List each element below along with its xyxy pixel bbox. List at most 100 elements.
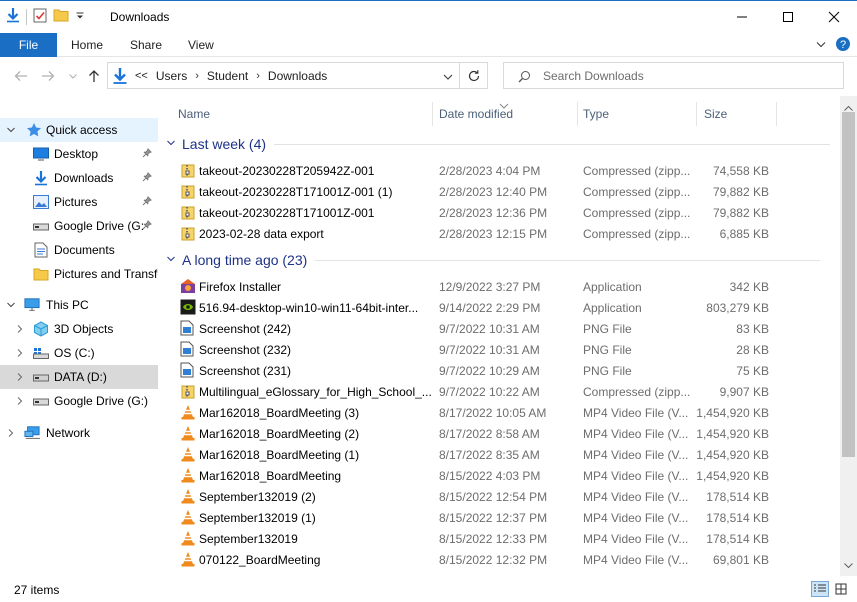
file-type: Compressed (zipp... xyxy=(583,385,691,399)
pin-icon xyxy=(142,219,152,233)
file-row[interactable]: Screenshot (231) 9/7/2022 10:29 AM PNG F… xyxy=(176,360,836,381)
column-divider[interactable] xyxy=(696,102,697,126)
file-row[interactable]: Screenshot (242) 9/7/2022 10:31 AM PNG F… xyxy=(176,318,836,339)
refresh-button[interactable] xyxy=(460,62,488,89)
large-icons-view-button[interactable] xyxy=(832,581,850,597)
nav-item-3d-objects[interactable]: 3D Objects xyxy=(0,317,158,341)
tab-home[interactable]: Home xyxy=(71,33,103,57)
nav-item-pictures-and-transfers[interactable]: Pictures and Transfe xyxy=(0,262,158,286)
nav-item-network[interactable]: Network xyxy=(0,421,158,445)
file-row[interactable]: Mar162018_BoardMeeting (3) 8/17/2022 10:… xyxy=(176,402,836,423)
file-row[interactable]: 516.94-desktop-win10-win11-64bit-inter..… xyxy=(176,297,836,318)
customize-dropdown-icon[interactable] xyxy=(75,10,85,24)
column-divider[interactable] xyxy=(432,102,433,126)
nav-item-this-pc[interactable]: This PC xyxy=(0,293,158,317)
file-row[interactable]: Mar162018_BoardMeeting (1) 8/17/2022 8:3… xyxy=(176,444,836,465)
details-view-button[interactable] xyxy=(811,581,829,597)
file-type: Compressed (zipp... xyxy=(583,206,691,220)
chevron-right-icon[interactable]: › xyxy=(195,70,199,82)
firefox-installer-icon xyxy=(180,278,196,294)
column-divider[interactable] xyxy=(577,102,578,126)
file-row[interactable]: takeout-20230228T171001Z-001 (1) 2/28/20… xyxy=(176,181,836,202)
file-row[interactable]: Screenshot (232) 9/7/2022 10:31 AM PNG F… xyxy=(176,339,836,360)
chevron-right-icon[interactable] xyxy=(5,428,17,438)
tab-share[interactable]: Share xyxy=(130,33,162,57)
nav-item-google-drive-g[interactable]: Google Drive (G:) xyxy=(0,389,158,413)
file-size: 28 KB xyxy=(736,343,769,357)
nav-item-pictures[interactable]: Pictures xyxy=(0,190,158,214)
group-label: Last week (4) xyxy=(182,136,267,152)
forward-button[interactable] xyxy=(39,67,57,85)
file-row[interactable]: Mar162018_BoardMeeting (2) 8/17/2022 8:5… xyxy=(176,423,836,444)
nav-item-documents[interactable]: Documents xyxy=(0,238,158,262)
breadcrumb-downloads[interactable]: Downloads xyxy=(268,69,327,83)
chevron-right-icon[interactable]: › xyxy=(256,70,260,82)
search-box[interactable]: Search Downloads xyxy=(503,62,844,89)
minimize-icon xyxy=(737,16,747,18)
chevron-down-icon[interactable] xyxy=(5,125,17,135)
column-header-type[interactable]: Type xyxy=(583,100,609,128)
chevron-right-icon[interactable] xyxy=(14,396,26,406)
file-row[interactable]: Multilingual_eGlossary_for_High_School_.… xyxy=(176,381,836,402)
nav-item-desktop[interactable]: Desktop xyxy=(0,142,158,166)
nav-item-data-d[interactable]: DATA (D:) xyxy=(0,365,158,389)
file-row[interactable]: takeout-20230228T171001Z-001 2/28/2023 1… xyxy=(176,202,836,223)
chevron-down-icon[interactable] xyxy=(5,300,17,310)
file-row[interactable]: September132019 (2) 8/15/2022 12:54 PM M… xyxy=(176,486,836,507)
breadcrumb-overflow[interactable]: << xyxy=(135,70,148,82)
recent-locations-button[interactable] xyxy=(64,67,82,85)
os-drive-icon xyxy=(33,345,49,361)
chevron-right-icon[interactable] xyxy=(14,324,26,334)
file-row[interactable]: 2023-02-28 data export 2/28/2023 12:15 P… xyxy=(176,223,836,244)
file-row[interactable]: Firefox Installer 12/9/2022 3:27 PM Appl… xyxy=(176,276,836,297)
chevron-down-icon[interactable] xyxy=(166,253,176,267)
file-row[interactable]: 070122_BoardMeeting 8/15/2022 12:32 PM M… xyxy=(176,549,836,570)
group-header-last-week[interactable]: Last week (4) xyxy=(166,133,831,155)
nav-item-quick-access[interactable]: Quick access xyxy=(0,118,158,142)
file-row[interactable]: September132019 8/15/2022 12:33 PM MP4 V… xyxy=(176,528,836,549)
nav-item-google-drive-pinned[interactable]: Google Drive (G: xyxy=(0,214,158,238)
file-name: Mar162018_BoardMeeting (1) xyxy=(199,448,360,462)
nav-item-downloads[interactable]: Downloads xyxy=(0,166,158,190)
breadcrumb-users[interactable]: Users xyxy=(156,69,187,83)
file-type: MP4 Video File (V... xyxy=(583,532,689,546)
help-icon[interactable]: ? xyxy=(835,36,851,55)
properties-icon[interactable] xyxy=(33,7,47,26)
column-header-date[interactable]: Date modified xyxy=(439,100,513,128)
chevron-right-icon[interactable] xyxy=(14,372,26,382)
up-button[interactable] xyxy=(85,67,103,85)
chevron-down-icon xyxy=(69,74,77,79)
breadcrumb-student[interactable]: Student xyxy=(207,69,248,83)
vertical-scrollbar[interactable] xyxy=(840,96,857,576)
file-row[interactable]: takeout-20230228T205942Z-001 2/28/2023 4… xyxy=(176,160,836,181)
vlc-cone-icon xyxy=(180,446,196,462)
close-button[interactable] xyxy=(811,1,857,33)
minimize-button[interactable] xyxy=(719,1,765,33)
file-date: 9/7/2022 10:22 AM xyxy=(439,385,540,399)
image-file-icon xyxy=(180,362,196,378)
chevron-down-icon[interactable] xyxy=(166,137,176,151)
download-arrow-icon[interactable] xyxy=(6,7,20,26)
address-bar[interactable]: << Users › Student › Downloads xyxy=(107,62,460,89)
file-name: Firefox Installer xyxy=(199,280,282,294)
address-history-dropdown[interactable] xyxy=(443,71,453,85)
chevron-right-icon[interactable] xyxy=(14,348,26,358)
tab-view[interactable]: View xyxy=(188,33,214,57)
back-button[interactable] xyxy=(12,67,30,85)
file-row[interactable]: Mar162018_BoardMeeting 8/15/2022 4:03 PM… xyxy=(176,465,836,486)
cube-icon xyxy=(33,321,49,337)
column-divider[interactable] xyxy=(776,102,777,126)
column-header-name[interactable]: Name xyxy=(178,100,210,128)
column-header-size[interactable]: Size xyxy=(704,100,727,128)
file-date: 8/15/2022 12:37 PM xyxy=(439,511,548,525)
zip-icon xyxy=(180,204,196,220)
scrollbar-thumb[interactable] xyxy=(842,112,855,457)
scroll-down-icon[interactable] xyxy=(844,558,853,572)
group-header-a-long-time-ago[interactable]: A long time ago (23) xyxy=(166,249,821,271)
tab-file[interactable]: File xyxy=(0,33,57,57)
nav-item-os-c[interactable]: OS (C:) xyxy=(0,341,158,365)
new-folder-icon[interactable] xyxy=(53,7,69,26)
file-row[interactable]: September132019 (1) 8/15/2022 12:37 PM M… xyxy=(176,507,836,528)
maximize-button[interactable] xyxy=(765,1,811,33)
expand-ribbon-icon[interactable] xyxy=(815,38,827,53)
